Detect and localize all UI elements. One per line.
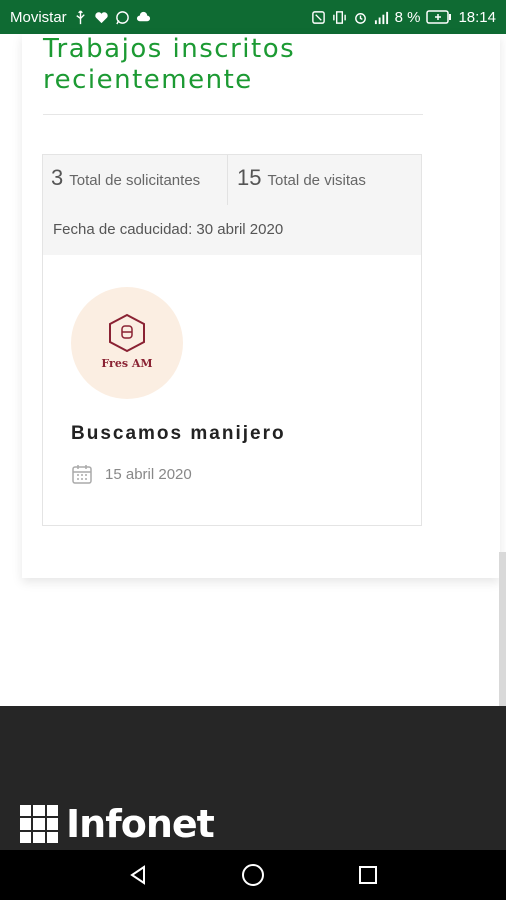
home-button[interactable] <box>233 855 273 895</box>
job-date-row: 15 abril 2020 <box>71 463 192 485</box>
company-logo-icon <box>109 313 145 353</box>
footer-logo[interactable]: Infonet <box>20 802 215 846</box>
applicants-label: Total de solicitantes <box>69 172 201 189</box>
section-title: Trabajos inscritos recientemente <box>43 34 296 95</box>
nfc-icon <box>311 10 325 24</box>
grid-logo-icon <box>20 805 58 843</box>
carrier-label: Movistar <box>10 8 67 26</box>
visits-count: 15 <box>237 165 262 190</box>
applicants-count: 3 <box>51 165 64 190</box>
job-stats: 3 Total de solicitantes 15 Total de visi… <box>43 155 421 255</box>
home-icon <box>241 864 264 886</box>
footer: Infonet <box>0 706 506 850</box>
vibrate-icon <box>332 10 346 24</box>
job-title[interactable]: Buscamos manijero <box>71 423 286 445</box>
visits-stat: 15 Total de visitas <box>237 165 366 207</box>
heart-icon <box>94 11 108 23</box>
job-date: 15 abril 2020 <box>105 465 192 483</box>
usb-icon <box>76 9 85 24</box>
recents-icon <box>359 866 378 884</box>
applicants-stat: 3 Total de solicitantes <box>51 165 200 207</box>
clock: 18:14 <box>458 8 496 26</box>
status-bar: Movistar 8 % 18:14 <box>0 0 506 34</box>
cloud-icon <box>136 11 150 21</box>
back-icon <box>129 865 145 885</box>
job-card[interactable]: 3 Total de solicitantes 15 Total de visi… <box>42 154 422 526</box>
battery-icon <box>426 10 452 24</box>
signal-icon <box>374 11 388 24</box>
alarm-icon <box>354 12 366 24</box>
battery-percent: 8 % <box>394 8 421 26</box>
whatsapp-icon <box>115 10 129 24</box>
company-logo[interactable]: Fres AM <box>71 287 183 399</box>
back-button[interactable] <box>118 855 158 895</box>
visits-label: Total de visitas <box>267 172 366 189</box>
divider <box>43 114 423 115</box>
page-content: Trabajos inscritos recientemente 3 Total… <box>0 34 506 738</box>
company-logo-text: Fres AM <box>101 357 153 370</box>
stat-divider <box>227 155 228 205</box>
recents-button[interactable] <box>348 855 388 895</box>
expiry-date: Fecha de caducidad: 30 abril 2020 <box>53 221 284 238</box>
navigation-bar <box>0 850 506 900</box>
calendar-icon <box>72 465 92 484</box>
footer-brand: Infonet <box>66 802 215 846</box>
